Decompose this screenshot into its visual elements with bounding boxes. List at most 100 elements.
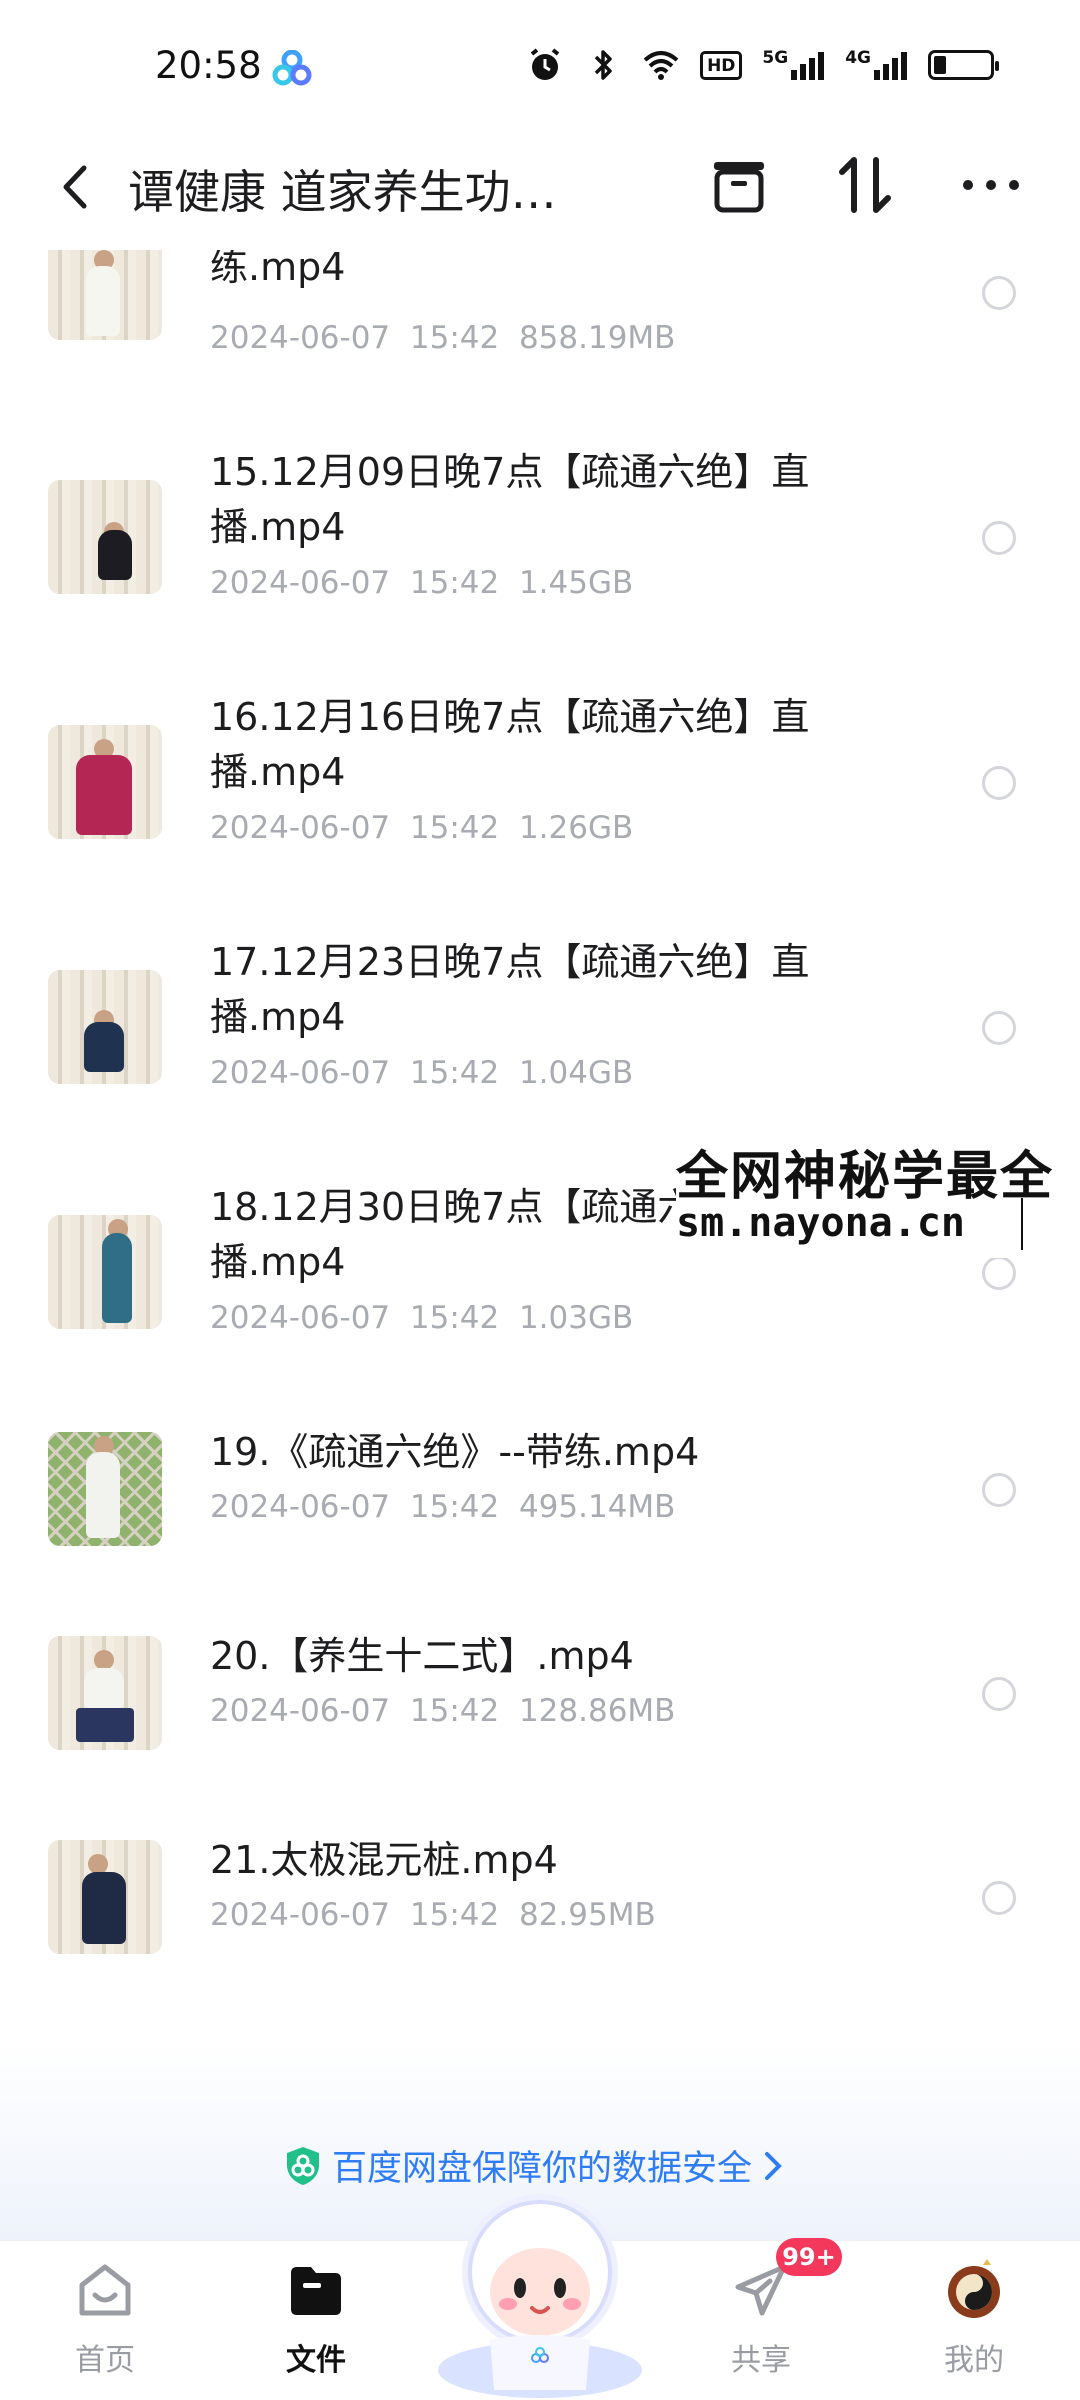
nav-label-home: 首页 <box>75 2343 135 2378</box>
list-item[interactable]: 17.12月23日晚7点【疏通六绝】直播.mp4 2024-06-07 15:4… <box>0 935 1080 1115</box>
file-size: 858.19MB <box>518 320 676 356</box>
top-bar: 谭健康 道家养生功… <box>0 130 1080 250</box>
file-time: 15:42 <box>409 565 500 601</box>
select-radio[interactable] <box>982 1677 1016 1711</box>
file-meta: 2024-06-07 15:42 1.03GB <box>210 1300 633 1336</box>
signal-4g: 4G <box>845 50 908 80</box>
status-bar: 20:58 HD 5G 4G <box>0 0 1080 130</box>
alarm-icon <box>530 48 560 80</box>
file-size: 1.26GB <box>518 810 634 846</box>
file-time: 15:42 <box>409 1693 500 1729</box>
folder-icon <box>291 2267 341 2315</box>
file-name: 16.12月16日晚7点【疏通六绝】直播.mp4 <box>210 695 810 794</box>
file-time: 15:42 <box>409 810 500 846</box>
hd-icon: HD <box>700 50 743 80</box>
share-count-badge: 99+ <box>776 2238 842 2276</box>
file-meta: 2024-06-07 15:42 495.14MB <box>210 1489 675 1525</box>
video-thumbnail <box>48 1215 162 1329</box>
sort-icon[interactable] <box>830 150 900 220</box>
file-time: 15:42 <box>409 1055 500 1091</box>
wifi-icon <box>643 51 679 80</box>
file-size: 495.14MB <box>518 1489 676 1525</box>
signal-icon <box>791 52 825 80</box>
list-item[interactable]: 21.太极混元桩.mp4 2024-06-07 15:42 82.95MB <box>0 1833 1080 1963</box>
select-radio[interactable] <box>982 276 1016 310</box>
file-meta: 2024-06-07 15:42 128.86MB <box>210 1693 675 1729</box>
battery-icon <box>928 50 999 80</box>
file-size: 1.03GB <box>518 1300 634 1336</box>
video-thumbnail <box>48 480 162 594</box>
video-thumbnail <box>48 1636 162 1750</box>
file-meta: 2024-06-07 15:42 858.19MB <box>210 320 675 356</box>
mascot-assistant-icon[interactable] <box>432 2180 648 2400</box>
net-label-5g: 5G <box>762 48 789 68</box>
file-date: 2024-06-07 <box>210 1897 391 1933</box>
list-item[interactable]: 20.【养生十二式】.mp4 2024-06-07 15:42 128.86MB <box>0 1629 1080 1759</box>
file-name: 15.12月09日晚7点【疏通六绝】直播.mp4 <box>210 450 810 549</box>
select-radio[interactable] <box>982 1011 1016 1045</box>
watermark-line2: sm.nayona.cn <box>676 1200 965 1246</box>
avatar <box>948 2259 1000 2318</box>
select-radio[interactable] <box>982 521 1016 555</box>
video-thumbnail <box>48 250 162 340</box>
bluetooth-icon <box>594 50 612 80</box>
file-name: 20.【养生十二式】.mp4 <box>210 1634 634 1678</box>
hd-label: HD <box>707 55 736 76</box>
more-icon[interactable] <box>956 150 1026 220</box>
file-size: 1.45GB <box>518 565 634 601</box>
file-name: 练.mp4 <box>210 250 346 289</box>
shield-icon <box>287 2146 319 2185</box>
nav-item-files[interactable]: 文件 <box>251 2259 381 2389</box>
file-time: 15:42 <box>409 1300 500 1336</box>
nav-item-mine[interactable]: 我的 <box>909 2259 1039 2389</box>
file-meta: 2024-06-07 15:42 82.95MB <box>210 1897 656 1933</box>
page-title: 谭健康 道家养生功… <box>128 165 557 219</box>
file-date: 2024-06-07 <box>210 1300 391 1336</box>
baidu-netdisk-icon <box>272 50 312 86</box>
select-radio[interactable] <box>982 1881 1016 1915</box>
select-radio[interactable] <box>982 766 1016 800</box>
video-thumbnail <box>48 1840 162 1954</box>
manage-icon[interactable] <box>704 150 774 220</box>
file-size: 82.95MB <box>518 1897 656 1933</box>
file-date: 2024-06-07 <box>210 320 391 356</box>
file-name: 21.太极混元桩.mp4 <box>210 1838 558 1882</box>
chevron-right-icon <box>765 2151 782 2180</box>
nav-label-mine: 我的 <box>944 2343 1004 2378</box>
file-meta: 2024-06-07 15:42 1.45GB <box>210 565 633 601</box>
watermark-overlay: 全网神秘学最全 sm.nayona.cn <box>676 1128 1080 1258</box>
list-item[interactable]: 15.12月09日晚7点【疏通六绝】直播.mp4 2024-06-07 15:4… <box>0 445 1080 625</box>
select-radio[interactable] <box>982 1473 1016 1507</box>
text-caret <box>1021 1198 1023 1250</box>
file-meta: 2024-06-07 15:42 1.26GB <box>210 810 633 846</box>
file-date: 2024-06-07 <box>210 810 391 846</box>
nav-item-share[interactable]: 共享 <box>696 2259 826 2389</box>
signal-icon <box>874 52 907 80</box>
nav-item-home[interactable]: 首页 <box>40 2259 170 2389</box>
file-name: 17.12月23日晚7点【疏通六绝】直播.mp4 <box>210 940 810 1039</box>
video-thumbnail <box>48 1432 162 1546</box>
nav-label-share: 共享 <box>731 2343 791 2378</box>
file-time: 15:42 <box>409 320 500 356</box>
list-item[interactable]: 19.《疏通六绝》--带练.mp4 2024-06-07 15:42 495.1… <box>0 1425 1080 1555</box>
file-date: 2024-06-07 <box>210 1055 391 1091</box>
status-icons: HD 5G 4G <box>526 46 999 84</box>
select-radio[interactable] <box>982 1256 1016 1290</box>
video-thumbnail <box>48 725 162 839</box>
file-size: 1.04GB <box>518 1055 634 1091</box>
video-thumbnail <box>48 970 162 1084</box>
file-date: 2024-06-07 <box>210 1489 391 1525</box>
file-size: 128.86MB <box>518 1693 676 1729</box>
net-label-4g: 4G <box>845 48 871 68</box>
watermark-line1: 全网神秘学最全 <box>676 1147 1055 1207</box>
list-item[interactable]: 练.mp4 2024-06-07 15:42 858.19MB <box>0 250 1080 370</box>
signal-5g: 5G <box>762 50 825 80</box>
file-time: 15:42 <box>409 1489 500 1525</box>
list-item[interactable]: 16.12月16日晚7点【疏通六绝】直播.mp4 2024-06-07 15:4… <box>0 690 1080 870</box>
back-icon[interactable] <box>48 152 108 222</box>
status-time: 20:58 <box>155 44 262 87</box>
file-time: 15:42 <box>409 1897 500 1933</box>
file-date: 2024-06-07 <box>210 1693 391 1729</box>
file-meta: 2024-06-07 15:42 1.04GB <box>210 1055 633 1091</box>
file-date: 2024-06-07 <box>210 565 391 601</box>
